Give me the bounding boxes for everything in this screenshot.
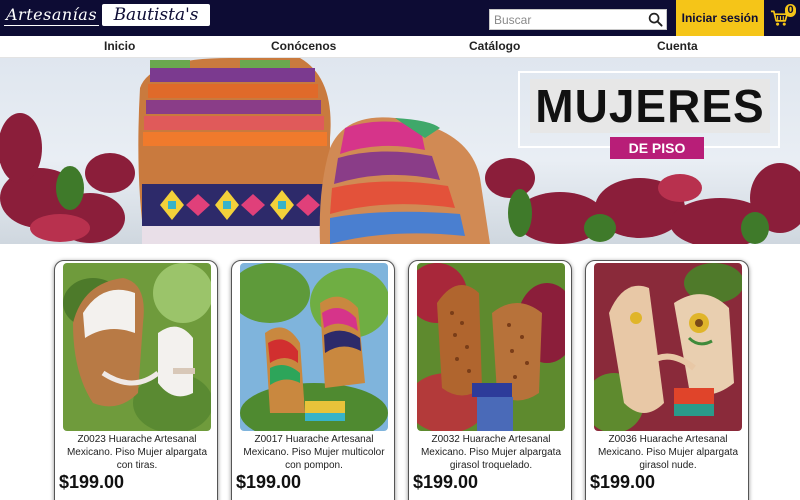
search-icon[interactable] [648, 12, 663, 27]
nav-item-catalogo[interactable]: Catálogo [469, 39, 520, 53]
promo-title: MUJERES [535, 80, 765, 132]
cart-count-badge: 0 [785, 4, 796, 17]
brand-logo[interactable]: Artesanías Bautista's [4, 3, 211, 27]
product-image[interactable] [594, 263, 742, 431]
product-card[interactable]: Z0036 Huarache Artesanal Mexicano. Piso … [585, 260, 749, 500]
product-image[interactable] [240, 263, 388, 431]
product-description[interactable]: Z0032 Huarache Artesanal Mexicano. Piso … [413, 433, 569, 472]
product-grid: Z0023 Huarache Artesanal Mexicano. Piso … [0, 244, 800, 500]
hero-banner[interactable]: MUJERES DE PISO [0, 58, 800, 244]
product-description[interactable]: Z0017 Huarache Artesanal Mexicano. Piso … [236, 433, 392, 472]
cart-button[interactable]: 0 [764, 0, 800, 36]
top-header: Artesanías Bautista's Iniciar sesión 0 [0, 0, 800, 36]
search-input[interactable] [490, 10, 640, 29]
product-price: $199.00 [590, 472, 656, 492]
nav-item-conocenos[interactable]: Conócenos [271, 39, 336, 53]
promo-subtitle-badge: DE PISO [610, 137, 704, 159]
product-description[interactable]: Z0036 Huarache Artesanal Mexicano. Piso … [590, 433, 746, 472]
nav-item-inicio[interactable]: Inicio [104, 39, 135, 53]
product-card[interactable]: Z0032 Huarache Artesanal Mexicano. Piso … [408, 260, 572, 500]
product-description[interactable]: Z0023 Huarache Artesanal Mexicano. Piso … [59, 433, 215, 472]
product-price: $199.00 [59, 472, 125, 492]
search-box [489, 9, 667, 30]
product-price: $199.00 [413, 472, 479, 492]
login-button[interactable]: Iniciar sesión [676, 0, 764, 36]
product-image[interactable] [63, 263, 211, 431]
logo-text-bautistas: Bautista's [102, 4, 211, 26]
promo-title-panel: MUJERES [530, 79, 770, 133]
product-card[interactable]: Z0023 Huarache Artesanal Mexicano. Piso … [54, 260, 218, 500]
main-nav: Inicio Conócenos Catálogo Cuenta [0, 36, 800, 58]
logo-text-artesanias: Artesanías [4, 4, 100, 26]
product-price: $199.00 [236, 472, 302, 492]
promo-box: MUJERES DE PISO [518, 71, 780, 159]
product-card[interactable]: Z0017 Huarache Artesanal Mexicano. Piso … [231, 260, 395, 500]
product-image[interactable] [417, 263, 565, 431]
nav-item-cuenta[interactable]: Cuenta [657, 39, 698, 53]
